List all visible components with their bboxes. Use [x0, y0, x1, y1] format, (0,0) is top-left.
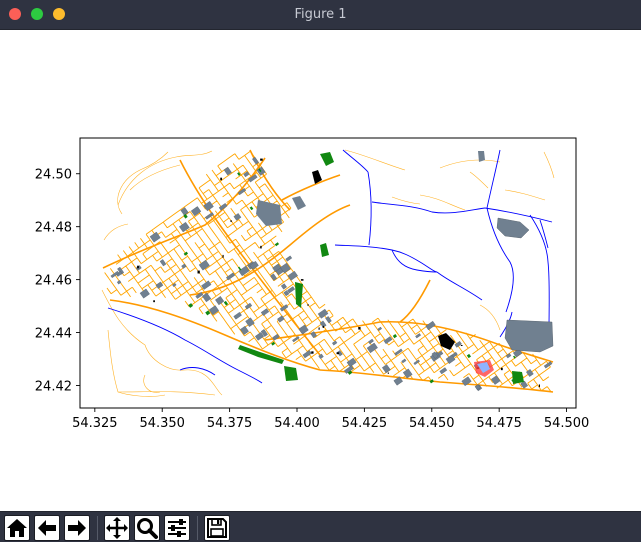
- building: [198, 259, 210, 271]
- building: [425, 320, 436, 331]
- y-tick-label: 24.42: [35, 380, 72, 395]
- figure-svg: 54.325 54.350 54.375 54.400 54.425 54.450 54.4…: [35, 137, 589, 431]
- major-roads: [102, 149, 554, 393]
- building: [139, 288, 150, 299]
- save-button[interactable]: [204, 515, 230, 541]
- x-tick-label: 54.375: [207, 416, 253, 431]
- back-button[interactable]: [34, 515, 60, 541]
- park: [249, 206, 254, 211]
- building: [285, 255, 293, 262]
- street-grid-path: [104, 150, 552, 393]
- building: [368, 338, 374, 345]
- x-tick-label: 54.350: [139, 416, 185, 431]
- figure-canvas[interactable]: 54.325 54.350 54.375 54.400 54.425 54.450 54.4…: [0, 30, 641, 511]
- y-axis: 24.50 24.48 24.46 24.44 24.42: [35, 168, 80, 395]
- arrow-right-icon: [68, 520, 86, 536]
- building: [332, 340, 338, 346]
- toolbar-separator: [97, 516, 98, 540]
- building: [491, 375, 501, 385]
- misc-feature: [222, 254, 224, 258]
- misc-feature: [318, 327, 320, 330]
- magnifier-icon: [137, 518, 158, 539]
- misc-feature: [322, 325, 324, 328]
- misc-features: [137, 158, 540, 388]
- building: [439, 367, 448, 375]
- forward-button[interactable]: [64, 515, 90, 541]
- y-tick-label: 24.50: [35, 168, 72, 183]
- building: [159, 259, 167, 267]
- x-tick-label: 54.450: [409, 416, 455, 431]
- misc-feature: [300, 279, 304, 281]
- y-tick-label: 24.48: [35, 221, 72, 236]
- city-street-network: [104, 150, 552, 393]
- park: [237, 266, 242, 271]
- building: [181, 263, 187, 269]
- building: [252, 156, 259, 165]
- toolbar-separator: [197, 516, 198, 540]
- park: [274, 242, 280, 247]
- x-tick-label: 54.500: [544, 416, 590, 431]
- building: [377, 326, 382, 331]
- building: [116, 280, 122, 285]
- misc-feature: [197, 270, 200, 274]
- configure-subplots-button[interactable]: [164, 515, 190, 541]
- building: [287, 270, 298, 281]
- building: [202, 292, 212, 303]
- building: [383, 336, 393, 345]
- misc-feature: [137, 265, 139, 269]
- misc-feature: [230, 220, 232, 222]
- x-axis: 54.325 54.350 54.375 54.400 54.425 54.450 54.4…: [72, 408, 589, 431]
- sliders-icon: [168, 519, 186, 537]
- building: [233, 312, 242, 320]
- misc-feature: [336, 352, 340, 355]
- park: [466, 353, 472, 359]
- y-tick-label: 24.46: [35, 274, 72, 289]
- window-title: Figure 1: [294, 7, 347, 22]
- building: [280, 283, 287, 290]
- misc-feature: [153, 300, 155, 303]
- misc-feature: [260, 158, 263, 161]
- misc-feature: [220, 177, 223, 181]
- misc-feature: [260, 245, 262, 249]
- building: [401, 358, 407, 364]
- move-icon: [106, 517, 128, 539]
- y-tick-label: 24.44: [35, 327, 72, 342]
- building-blocks: [110, 156, 553, 392]
- misc-feature: [307, 304, 309, 306]
- arrow-left-icon: [38, 520, 56, 536]
- x-tick-label: 54.400: [274, 416, 320, 431]
- x-tick-label: 54.475: [476, 416, 522, 431]
- x-tick-label: 54.325: [72, 416, 118, 431]
- building: [382, 364, 391, 374]
- misc-feature: [500, 367, 503, 371]
- misc-feature: [311, 351, 314, 354]
- x-tick-label: 54.425: [342, 416, 388, 431]
- misc-feature: [358, 327, 361, 330]
- building: [394, 348, 403, 356]
- outlying-streets: [101, 149, 555, 397]
- map-content: [101, 149, 555, 397]
- zoom-button[interactable]: [134, 515, 160, 541]
- home-button[interactable]: [4, 515, 30, 541]
- misc-feature: [460, 345, 463, 347]
- matplotlib-window: Figure 1 54.325 54.350 54.375 54.400 54.…: [0, 0, 641, 542]
- pan-button[interactable]: [104, 515, 130, 541]
- home-icon: [7, 519, 27, 537]
- misc-feature: [387, 372, 389, 374]
- floppy-disk-icon: [207, 518, 227, 538]
- title-bar: Figure 1: [0, 0, 641, 30]
- park: [392, 334, 398, 339]
- misc-feature: [538, 384, 540, 388]
- navigation-toolbar: [0, 511, 641, 542]
- building: [215, 296, 225, 306]
- park: [188, 303, 194, 308]
